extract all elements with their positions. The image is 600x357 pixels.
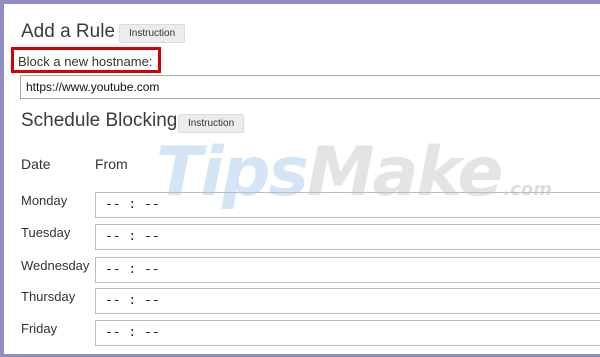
hostname-input[interactable] xyxy=(20,75,600,99)
day-label-friday: Friday xyxy=(21,321,58,336)
day-label-tuesday: Tuesday xyxy=(21,225,71,240)
add-rule-instruction-button[interactable]: Instruction xyxy=(119,24,186,43)
hostname-label: Block a new hostname: xyxy=(18,54,153,69)
from-column-header: From xyxy=(95,156,128,172)
from-time-input-tuesday[interactable]: -- : -- xyxy=(95,224,600,250)
from-time-input-wednesday[interactable]: -- : -- xyxy=(95,257,600,283)
day-label-monday: Monday xyxy=(21,193,68,208)
from-time-input-thursday[interactable]: -- : -- xyxy=(95,288,600,314)
from-time-input-friday[interactable]: -- : -- xyxy=(95,320,600,346)
add-rule-title: Add a Rule xyxy=(21,21,116,42)
from-time-input-monday[interactable]: -- : -- xyxy=(95,192,600,218)
date-column-header: Date xyxy=(21,156,51,172)
schedule-instruction-button[interactable]: Instruction xyxy=(178,114,245,133)
day-label-wednesday: Wednesday xyxy=(21,258,90,273)
settings-panel: TipsMake .com Add a Rule Instruction Bloc… xyxy=(4,4,600,354)
schedule-blocking-title: Schedule Blocking xyxy=(21,110,178,131)
day-label-thursday: Thursday xyxy=(21,289,76,304)
